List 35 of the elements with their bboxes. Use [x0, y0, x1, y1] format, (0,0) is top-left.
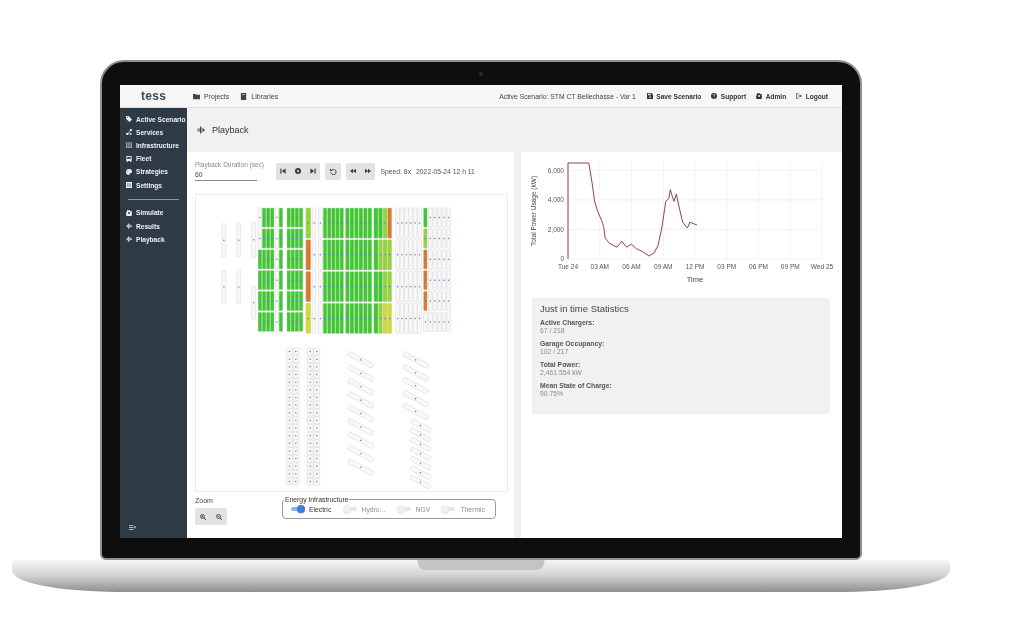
save-icon: [646, 93, 653, 99]
zoom-in-button[interactable]: [195, 508, 211, 525]
columns-icon: [126, 182, 132, 189]
zoom-out-button[interactable]: [211, 508, 227, 525]
book-icon: [240, 92, 248, 100]
question-mark-icon: [711, 93, 718, 99]
logout-icon: [796, 93, 803, 99]
reset-button[interactable]: [325, 162, 342, 180]
palette-icon: [126, 168, 132, 175]
logo-wordmark[interactable]: tess: [140, 89, 167, 103]
grid-icon: [126, 142, 132, 149]
zoom-out-icon: [216, 513, 222, 520]
undo-arrow-icon: [329, 167, 337, 175]
gear-icon: [126, 209, 132, 216]
tag-icon: [126, 116, 132, 123]
connected-nodes-icon: [126, 129, 132, 136]
skip-back-icon: [280, 168, 287, 174]
rewind-icon: [350, 168, 357, 174]
skip-forward-icon: [309, 168, 316, 174]
folder-icon: [193, 92, 200, 100]
skip-forward-button[interactable]: [305, 162, 321, 180]
toggle-switch[interactable]: [290, 505, 305, 513]
waveform-icon: [197, 126, 205, 134]
collapse-menu-icon[interactable]: [129, 524, 136, 531]
waveform-icon: [126, 223, 132, 230]
gear-icon: [756, 93, 763, 99]
zoom-in-icon: [200, 513, 206, 520]
panel-title: Just in time Statistics: [540, 303, 630, 315]
skip-back-button[interactable]: [276, 162, 291, 180]
waveform-icon: [126, 236, 132, 243]
bus-icon: [126, 155, 132, 162]
page-title: Playback: [212, 125, 249, 135]
filled-circle-icon: [295, 168, 302, 174]
rewind-button[interactable]: [346, 162, 361, 180]
fast-forward-icon: [365, 168, 372, 174]
